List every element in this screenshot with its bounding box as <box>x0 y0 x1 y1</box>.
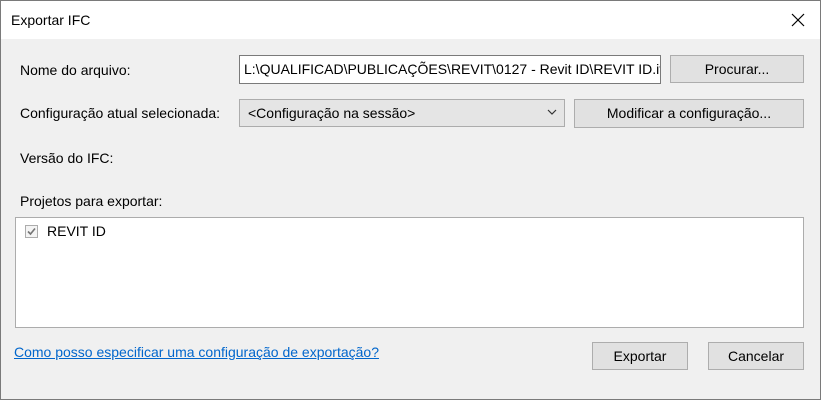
checkmark-icon <box>27 227 36 235</box>
projects-list[interactable]: REVIT ID <box>15 217 804 328</box>
chevron-down-icon <box>547 109 557 115</box>
modify-config-button[interactable]: Modificar a configuração... <box>574 99 804 128</box>
projects-label: Projetos para exportar: <box>20 193 163 209</box>
export-ifc-dialog: Exportar IFC Nome do arquivo: L:\QUALIFI… <box>0 0 821 400</box>
title-bar: Exportar IFC <box>1 1 820 39</box>
list-item[interactable]: REVIT ID <box>25 223 106 239</box>
window-title: Exportar IFC <box>11 12 91 28</box>
ifc-version-label: Versão do IFC: <box>20 150 114 166</box>
export-button[interactable]: Exportar <box>592 342 688 370</box>
help-link[interactable]: Como posso especificar uma configuração … <box>14 344 379 360</box>
close-button[interactable] <box>782 5 814 35</box>
project-checkbox[interactable] <box>25 224 38 238</box>
cancel-button[interactable]: Cancelar <box>708 342 804 370</box>
close-icon <box>791 13 805 27</box>
config-select-value: <Configuração na sessão> <box>248 105 416 121</box>
project-name: REVIT ID <box>47 223 106 239</box>
config-select[interactable]: <Configuração na sessão> <box>239 99 565 127</box>
config-label: Configuração atual selecionada: <box>20 105 221 121</box>
file-name-label: Nome do arquivo: <box>20 62 131 78</box>
file-name-input[interactable]: L:\QUALIFICAD\PUBLICAÇÕES\REVIT\0127 - R… <box>239 55 661 84</box>
browse-button[interactable]: Procurar... <box>670 55 804 83</box>
